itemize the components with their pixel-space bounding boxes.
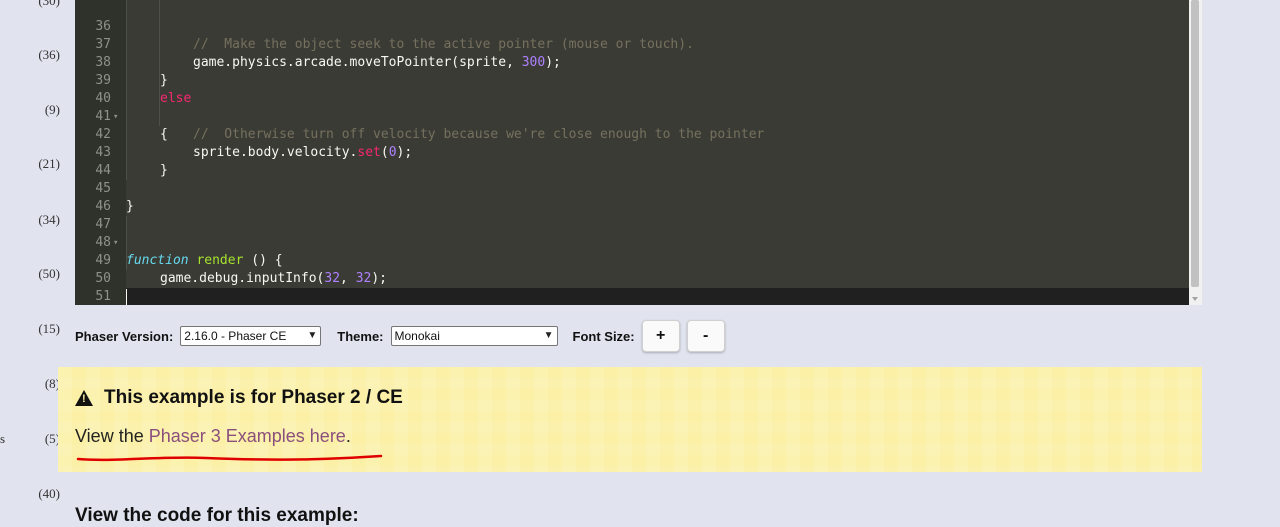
notice-text-prefix: View the (75, 426, 149, 446)
count-label: (36) (38, 47, 60, 62)
count-label: (40) (38, 486, 60, 501)
code-text: , (340, 271, 356, 286)
line-number: 40 (95, 91, 111, 106)
line-number: 49 (95, 253, 111, 268)
phaser3-examples-link[interactable]: Phaser 3 Examples here (149, 426, 346, 446)
scrollbar-thumb[interactable] (1191, 0, 1199, 287)
section-heading: View the code for this example: (75, 505, 359, 526)
fold-arrow-icon[interactable]: ▾ (113, 108, 118, 126)
code-number: 300 (521, 55, 546, 70)
editor-toolbar: Phaser Version: 2.16.0 - Phaser CE ▼ The… (75, 320, 775, 352)
line-number: 50 (95, 271, 111, 286)
line-number: 51 (95, 289, 111, 304)
line-number: 44 (95, 163, 111, 178)
code-number: 32 (355, 271, 372, 286)
count-label: (30) (38, 0, 60, 8)
notice-text: View the Phaser 3 Examples here. (75, 426, 351, 447)
code-area[interactable]: 36 // Make the object seek to the active… (95, 0, 1191, 305)
notice-title: ! This example is for Phaser 2 / CE (75, 387, 403, 409)
line-number: 38 (95, 55, 111, 70)
phaser-version-value: 2.16.0 - Phaser CE (184, 329, 287, 343)
code-text: sprite.body.velocity. (193, 145, 358, 160)
phaser-version-label: Phaser Version: (75, 328, 174, 344)
chevron-down-icon: ▼ (307, 330, 318, 341)
code-function-name: render (196, 253, 244, 268)
code-text: game.physics.arcade.moveToPointer(sprite… (193, 55, 522, 70)
theme-value: Monokai (394, 329, 440, 343)
active-line[interactable]: 52 (126, 288, 1191, 305)
notice-title-text: This example is for Phaser 2 / CE (104, 387, 403, 408)
increase-font-button[interactable]: + (641, 320, 680, 352)
line-number: 39 (95, 73, 111, 88)
count-label: (34) (38, 212, 60, 227)
line-number: 42 (95, 127, 111, 142)
count-label: (50) (38, 266, 60, 281)
line-number: 37 (95, 37, 111, 52)
code-text: ); (545, 55, 561, 70)
code-comment: // Make the object seek to the active po… (193, 37, 694, 52)
warning-icon: ! (75, 390, 93, 406)
code-number: 32 (324, 271, 341, 286)
notice-text-suffix: . (345, 426, 351, 446)
version-notice: ! This example is for Phaser 2 / CE View… (58, 367, 1202, 472)
theme-select[interactable]: Monokai ▼ (390, 326, 558, 346)
count-label: (15) (38, 321, 60, 336)
count-label: (21) (38, 156, 60, 171)
red-underline-annotation (76, 454, 383, 462)
line-number: 47 (95, 217, 111, 232)
edge-character: s (0, 431, 6, 446)
chevron-down-icon: ▼ (543, 330, 554, 341)
fold-arrow-icon[interactable]: ▾ (113, 234, 118, 252)
phaser-version-select[interactable]: 2.16.0 - Phaser CE ▼ (180, 326, 322, 346)
code-text: game.debug.inputInfo( (160, 271, 325, 286)
code-text: ( (380, 145, 389, 160)
scroll-down-icon[interactable] (1192, 297, 1198, 301)
code-keyword: set (357, 145, 381, 160)
count-label: (9) (44, 102, 60, 117)
editor-scrollbar[interactable] (1189, 0, 1202, 305)
line-number: 41 (95, 109, 111, 124)
code-number: 0 (388, 145, 397, 160)
line-number: 45 (95, 181, 111, 196)
text-cursor (126, 289, 127, 305)
code-comment: // Otherwise turn off velocity because w… (193, 127, 765, 142)
decrease-font-button[interactable]: - (686, 320, 725, 352)
line-number: 36 (95, 19, 111, 34)
code-text: ); (396, 145, 413, 160)
code-text: ); (371, 271, 387, 286)
code-editor[interactable]: 36 // Make the object seek to the active… (75, 0, 1202, 305)
line-number: 48 (95, 235, 111, 250)
line-number: 46 (95, 199, 111, 214)
code-text: () { (243, 253, 283, 268)
font-size-label: Font Size: (572, 328, 635, 344)
line-number: 43 (95, 145, 111, 160)
theme-label: Theme: (337, 328, 384, 344)
